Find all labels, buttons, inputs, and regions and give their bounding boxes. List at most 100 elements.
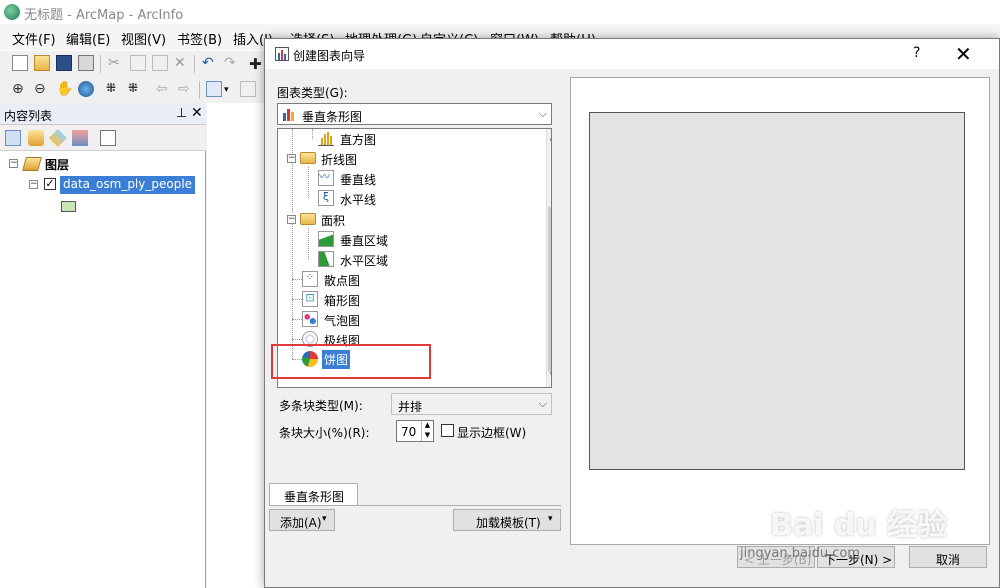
- chevron-down-icon[interactable]: ▾: [224, 85, 240, 101]
- toc-header: 内容列表 ⊥ ✕: [0, 103, 206, 125]
- menu-file[interactable]: 文件(F): [12, 29, 56, 48]
- list-by-visibility-icon[interactable]: [48, 128, 68, 148]
- chart-preview-area: [589, 112, 965, 470]
- chart-type-label: 图表类型(G):: [277, 86, 348, 100]
- pin-icon[interactable]: ⊥: [176, 106, 187, 121]
- tab-vertical-bar[interactable]: 垂直条形图: [269, 483, 358, 505]
- go-back-icon[interactable]: ⇦: [156, 81, 172, 97]
- tree-item-label: 垂直线: [340, 173, 377, 187]
- copy-icon[interactable]: [130, 55, 146, 71]
- cancel-button[interactable]: 取消: [909, 546, 987, 568]
- vertical-area-icon: [318, 231, 334, 247]
- baidu-watermark: Bai du 经验: [770, 508, 948, 543]
- folder-open-icon: [300, 152, 316, 164]
- clear-selection-icon[interactable]: [240, 81, 256, 97]
- chart-type-scrollbar[interactable]: ▲ ▼: [546, 129, 551, 387]
- histogram-icon: [318, 130, 334, 146]
- tree-item-label: 气泡图: [324, 314, 361, 328]
- toolbar-separator: [194, 55, 195, 73]
- tree-connector: [308, 167, 309, 198]
- tree-connector: [312, 129, 313, 139]
- horizontal-area-icon: [318, 251, 334, 267]
- zoom-out-icon[interactable]: ⊖: [34, 81, 50, 97]
- expand-collapse-icon[interactable]: −: [287, 215, 296, 224]
- tab-divider: [269, 505, 561, 506]
- tree-item-label: 折线图: [321, 153, 358, 167]
- bar-size-label: 条块大小(%)(R):: [279, 426, 370, 440]
- expand-collapse-icon[interactable]: −: [287, 154, 296, 163]
- tree-item-label: 散点图: [324, 274, 361, 288]
- select-features-icon[interactable]: [206, 81, 222, 97]
- fixed-zoom-in-icon[interactable]: ⁜: [106, 81, 122, 97]
- bar-size-stepper[interactable]: 70 ▲ ▼: [396, 420, 434, 442]
- menu-bookmarks[interactable]: 书签(B): [177, 29, 222, 48]
- chevron-down-icon[interactable]: ▼: [550, 371, 551, 382]
- options-icon[interactable]: [100, 130, 116, 146]
- show-border-checkbox[interactable]: [441, 424, 454, 437]
- expand-collapse-icon[interactable]: −: [9, 159, 18, 168]
- box-plot-icon: ⊡: [302, 291, 318, 307]
- window-title: 无标题 - ArcMap - ArcInfo: [24, 8, 184, 23]
- print-icon[interactable]: [78, 55, 94, 71]
- tree-connector: [292, 339, 302, 340]
- horizontal-line-icon: ξ: [318, 190, 334, 206]
- table-of-contents-panel: 内容列表 ⊥ ✕ − 图层 − ✓ data_osm_ply_people: [0, 103, 206, 588]
- add-button[interactable]: 添加(A) ▾: [269, 509, 335, 531]
- cancel-button-label: 取消: [936, 553, 961, 567]
- fixed-zoom-out-icon[interactable]: ⁜: [128, 81, 144, 97]
- bar-size-value: 70: [401, 425, 417, 439]
- toc-root-label[interactable]: 图层: [45, 156, 69, 173]
- new-document-icon[interactable]: [12, 55, 28, 71]
- list-by-drawing-order-icon[interactable]: [5, 130, 21, 146]
- undo-icon[interactable]: ↶: [202, 55, 218, 71]
- toc-toolbar: [0, 125, 206, 151]
- zoom-in-icon[interactable]: ⊕: [12, 81, 28, 97]
- load-template-button[interactable]: 加载模板(T) ▾: [453, 509, 561, 531]
- delete-icon[interactable]: ✕: [174, 55, 190, 71]
- full-extent-globe-icon[interactable]: [78, 81, 94, 97]
- redo-icon[interactable]: ↷: [224, 55, 240, 71]
- vertical-line-icon: 〰: [318, 170, 334, 186]
- tree-connector: [308, 228, 309, 259]
- paste-icon[interactable]: [152, 55, 168, 71]
- open-folder-icon[interactable]: [34, 55, 50, 71]
- multi-bar-type-dropdown[interactable]: 并排 ⌵: [391, 393, 552, 415]
- pan-hand-icon[interactable]: ✋: [56, 81, 73, 97]
- tree-item-label: 箱形图: [324, 294, 361, 308]
- tab-label: 垂直条形图: [284, 490, 345, 504]
- stepper-up-icon[interactable]: ▲: [421, 421, 433, 431]
- chevron-up-icon[interactable]: ▲: [550, 131, 551, 142]
- help-icon[interactable]: ?: [913, 45, 920, 61]
- load-template-label: 加载模板(T): [476, 516, 541, 530]
- save-icon[interactable]: [56, 55, 72, 71]
- window-title-bar: 无标题 - ArcMap - ArcInfo: [0, 0, 1000, 24]
- go-forward-icon[interactable]: ⇨: [178, 81, 194, 97]
- tree-connector: [292, 319, 302, 320]
- watermark-url: jingyan.baidu.com: [740, 546, 860, 561]
- list-by-selection-icon[interactable]: [72, 130, 88, 146]
- show-border-label: 显示边框(W): [457, 426, 527, 440]
- dialog-close-icon[interactable]: ✕: [955, 42, 972, 66]
- menu-edit[interactable]: 编辑(E): [66, 29, 110, 48]
- menu-view[interactable]: 视图(V): [121, 29, 166, 48]
- folder-open-icon: [300, 213, 316, 225]
- cut-icon[interactable]: ✂: [108, 55, 124, 71]
- dialog-title: 创建图表向导: [293, 49, 366, 63]
- add-data-icon[interactable]: ✚: [249, 55, 265, 73]
- expand-collapse-icon[interactable]: −: [29, 180, 38, 189]
- arcmap-app-icon: [4, 4, 20, 20]
- close-icon[interactable]: ✕: [191, 105, 203, 121]
- chart-type-dropdown[interactable]: 垂直条形图 ⌵: [277, 103, 552, 125]
- chart-type-value: 垂直条形图: [302, 110, 363, 124]
- scrollbar-thumb[interactable]: [548, 207, 551, 372]
- layer-symbol-swatch[interactable]: [61, 201, 76, 212]
- layer-name[interactable]: data_osm_ply_people: [60, 176, 196, 194]
- toolbar-separator: [100, 55, 101, 73]
- tree-item-label: 水平线: [340, 193, 377, 207]
- add-button-label: 添加(A): [280, 516, 322, 530]
- stepper-down-icon[interactable]: ▼: [421, 431, 433, 441]
- chevron-down-icon: ▾: [548, 514, 553, 524]
- list-by-source-icon[interactable]: [28, 130, 44, 146]
- layer-visibility-checkbox[interactable]: ✓: [44, 178, 56, 190]
- scatter-plot-icon: ⁘: [302, 271, 318, 287]
